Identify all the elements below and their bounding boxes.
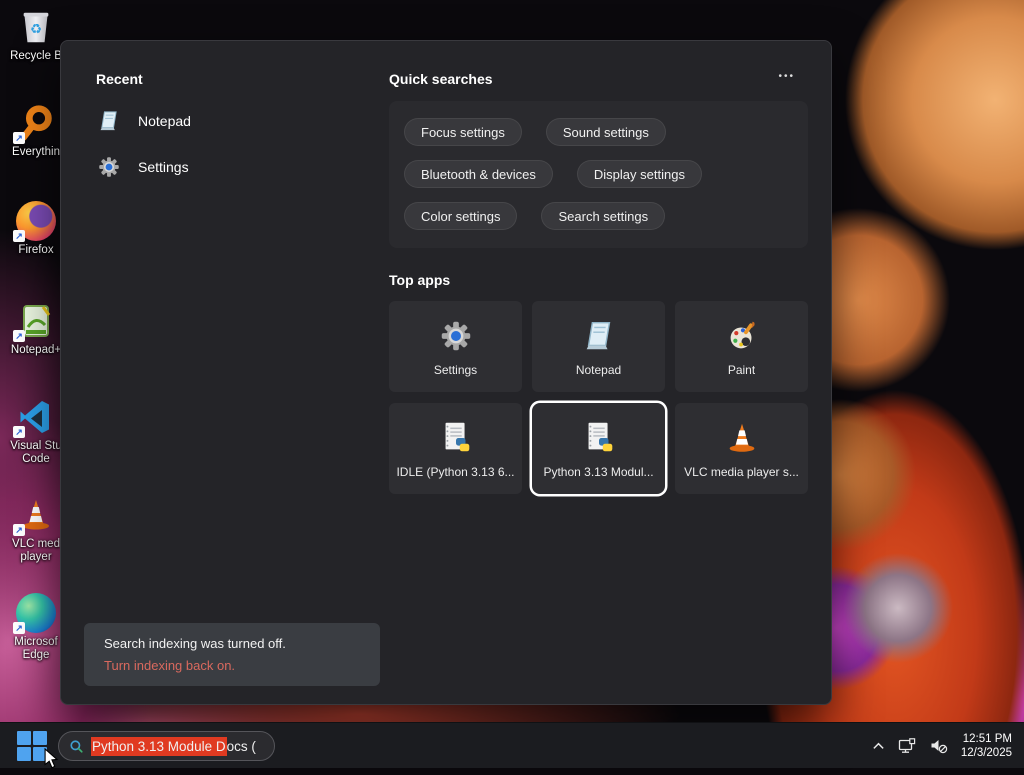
top-app-tile-settings[interactable]: Settings [389,301,522,392]
windows-logo-icon [33,731,47,745]
tile-label: Settings [434,363,477,377]
vlc-cone-icon: ↗ [15,494,57,536]
windows-logo-icon [17,731,31,745]
tile-label: Paint [728,363,755,377]
top-app-tile-idle-python[interactable]: IDLE (Python 3.13 6... [389,403,522,494]
shortcut-arrow-icon: ↗ [13,230,25,242]
recycle-bin-icon: ♻ [15,6,57,48]
svg-text:♻: ♻ [30,22,42,37]
taskbar-clock[interactable]: 12:51 PM 12/3/2025 [961,732,1012,760]
top-app-tile-python-module-docs[interactable]: Python 3.13 Modul... [532,403,665,494]
quick-search-pill[interactable]: Display settings [577,160,702,188]
top-app-tile-vlc[interactable]: VLC media player s... [675,403,808,494]
desktop-icon-label: Everythin [12,146,60,159]
desktop-icon-notepad-plus-plus[interactable]: ↗ Notepad+ [4,300,68,357]
windows-logo-icon [33,747,47,761]
edge-icon: ↗ [15,592,57,634]
search-flyout-panel: Recent Notepad Settings Quick searches •… [60,40,832,705]
recent-item-settings[interactable]: Settings [96,151,189,183]
notepad-icon [96,108,122,134]
clock-time: 12:51 PM [961,732,1012,746]
quick-searches-card: Focus settings Sound settings Bluetooth … [389,101,808,248]
gear-icon [96,154,122,180]
tile-label: VLC media player s... [684,465,799,479]
tile-label: Python 3.13 Modul... [543,465,653,479]
quick-searches-title: Quick searches [389,71,493,87]
desktop-icon-label: Microsof Edge [4,636,68,662]
top-apps-title: Top apps [389,272,450,288]
desktop-icon-vlc[interactable]: ↗ VLC med player [4,494,68,564]
clock-date: 12/3/2025 [961,746,1012,760]
quick-search-pill[interactable]: Sound settings [546,118,666,146]
firefox-icon: ↗ [15,200,57,242]
shortcut-arrow-icon: ↗ [13,524,25,536]
windows-logo-icon [17,747,31,761]
shortcut-arrow-icon: ↗ [13,132,25,144]
top-apps-grid: Settings Notepad Paint IDLE (Python 3.13… [389,301,808,494]
desktop-icon-firefox[interactable]: ↗ Firefox [4,200,68,257]
taskbar-search-box[interactable]: Python 3.13 Module Docs ( [58,731,275,761]
shortcut-arrow-icon: ↗ [13,426,25,438]
system-tray: 12:51 PM 12/3/2025 [872,723,1012,769]
python-document-icon [437,419,475,457]
desktop-icon-label: Recycle B [10,50,62,63]
more-options-button[interactable]: ••• [774,69,799,84]
shortcut-arrow-icon: ↗ [13,330,25,342]
desktop-icon-label: Visual Stu Code [4,440,68,466]
quick-search-pill[interactable]: Search settings [541,202,665,230]
search-query-text: Python 3.13 Module Docs ( [91,739,256,754]
desktop-icon-recycle-bin[interactable]: ♻ Recycle B [4,6,68,63]
recent-section-title: Recent [96,71,143,87]
recent-item-notepad[interactable]: Notepad [96,105,191,137]
volume-muted-icon[interactable] [929,736,949,756]
desktop-icon-label: VLC med player [4,538,68,564]
start-button[interactable] [16,730,48,762]
recent-item-label: Settings [138,159,189,175]
recent-item-label: Notepad [138,113,191,129]
selected-text: Python 3.13 Module D [91,737,227,756]
unselected-text: ocs ( [227,739,256,754]
everything-magnifier-icon: ↗ [15,102,57,144]
desktop-icon-label: Notepad+ [11,344,61,357]
gear-icon [437,317,475,355]
paint-palette-icon [723,317,761,355]
quick-search-pill[interactable]: Focus settings [404,118,522,146]
search-icon [69,739,84,754]
top-app-tile-paint[interactable]: Paint [675,301,808,392]
python-document-icon [580,419,618,457]
quick-search-pill[interactable]: Color settings [404,202,517,230]
tile-label: Notepad [576,363,621,377]
desktop-icon-vscode[interactable]: ↗ Visual Stu Code [4,396,68,466]
top-app-tile-notepad[interactable]: Notepad [532,301,665,392]
desktop-icon-everything[interactable]: ↗ Everythin [4,102,68,159]
network-icon[interactable] [897,736,917,756]
tile-label: IDLE (Python 3.13 6... [396,465,514,479]
quick-search-pill[interactable]: Bluetooth & devices [404,160,553,188]
notepad-plus-plus-icon: ↗ [15,300,57,342]
vscode-icon: ↗ [15,396,57,438]
tray-chevron-up-icon[interactable] [872,740,885,753]
shortcut-arrow-icon: ↗ [13,622,25,634]
notepad-icon [580,317,618,355]
indexing-notice-message: Search indexing was turned off. [104,636,360,651]
desktop-icon-edge[interactable]: ↗ Microsof Edge [4,592,68,662]
vlc-cone-icon [723,419,761,457]
taskbar: Python 3.13 Module Docs ( 12:51 PM 12/3/… [0,722,1024,768]
indexing-notice: Search indexing was turned off. Turn ind… [84,623,380,686]
turn-indexing-on-link[interactable]: Turn indexing back on. [104,658,360,673]
desktop-icon-label: Firefox [18,244,53,257]
